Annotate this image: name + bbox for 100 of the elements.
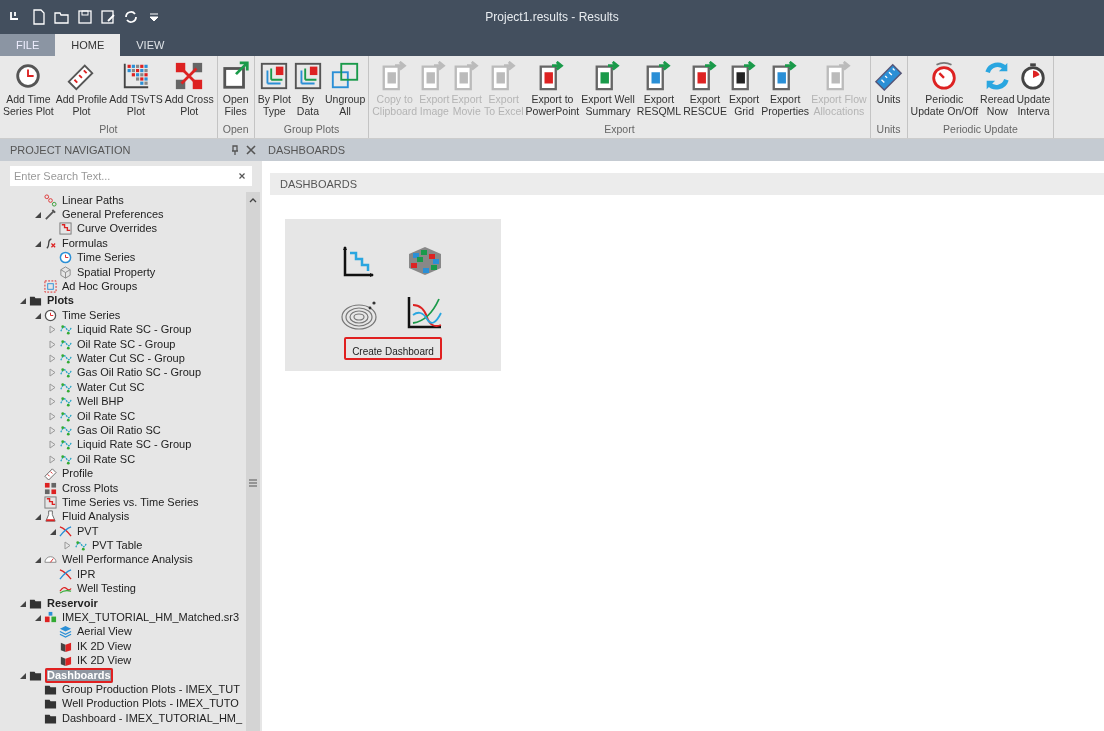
tree-node-icon <box>44 236 57 250</box>
tree-item[interactable]: IMEX_TUTORIAL_HM_Matched.sr3 <box>60 610 242 626</box>
tree-item[interactable]: Time Series vs. Time Series <box>60 494 201 510</box>
tree-item[interactable]: Spatial Property <box>75 264 158 280</box>
ribbon-button[interactable]: Update Interva <box>1015 59 1052 123</box>
save-as-icon[interactable] <box>100 9 116 25</box>
close-icon[interactable] <box>246 145 256 155</box>
tree-item[interactable]: Group Production Plots - IMEX_TUT <box>60 682 242 697</box>
ribbon-button[interactable]: Export RESQML <box>635 59 683 123</box>
tree-node-icon <box>44 208 57 222</box>
scrollbar[interactable] <box>246 192 260 731</box>
tree-item[interactable]: Aerial View <box>75 624 134 640</box>
tree-item[interactable]: Formulas <box>60 235 110 251</box>
create-dashboard-button[interactable]: Create Dashboard <box>344 337 442 360</box>
ribbon-button[interactable]: Export RESCUE <box>682 59 728 123</box>
tree-node-icon <box>44 193 57 207</box>
ribbon-button[interactable]: By Plot Type <box>256 59 292 123</box>
tree-item[interactable]: Oil Rate SC - Group <box>75 336 178 352</box>
tree-item[interactable]: Linear Paths <box>60 192 126 208</box>
dashboard-card[interactable]: Create Dashboard <box>285 219 501 371</box>
tree-node-icon <box>59 366 72 380</box>
tree-item[interactable]: Time Series <box>75 250 138 266</box>
pin-icon[interactable] <box>230 145 240 155</box>
tree-item[interactable]: Plots <box>45 293 76 309</box>
cross-plot-icon <box>174 61 205 91</box>
tree-item[interactable]: IPR <box>75 566 98 582</box>
tree-item[interactable]: Well BHP <box>75 394 126 410</box>
document-tab[interactable]: DASHBOARDS <box>268 144 346 156</box>
tree-node-icon <box>59 337 72 351</box>
panel-title: PROJECT NAVIGATION <box>10 144 132 156</box>
save-icon[interactable] <box>77 9 93 25</box>
tree-item[interactable]: PVT Table <box>90 538 145 554</box>
ribbon-button[interactable]: By Data <box>291 59 324 123</box>
ribbon-button[interactable]: Add TSvTS Plot <box>108 59 164 123</box>
grip-icon[interactable] <box>249 479 257 487</box>
tree-item[interactable]: IK 2D View <box>75 653 134 669</box>
clear-icon[interactable] <box>237 171 247 181</box>
ribbon-button[interactable]: Reread Now <box>979 59 1016 123</box>
tree-item[interactable]: PVT <box>75 523 101 539</box>
ribbon-button[interactable]: Ungroup All <box>323 59 367 123</box>
tree-item[interactable]: Gas Oil Ratio SC <box>75 422 163 438</box>
ribbon-tab[interactable]: HOME <box>55 34 121 56</box>
tree-item[interactable]: Liquid Rate SC - Group <box>75 437 194 453</box>
ribbon-button[interactable]: Export Properties <box>760 59 811 123</box>
ruler-icon <box>873 61 904 91</box>
tree-node-icon <box>59 409 72 423</box>
tree-node-icon <box>59 423 72 437</box>
expander-icon[interactable] <box>18 296 27 306</box>
tree-node-icon <box>44 495 57 509</box>
tree-node-icon <box>74 539 87 553</box>
search-field[interactable]: Enter Search Text... <box>10 166 252 186</box>
tree-item[interactable]: Gas Oil Ratio SC - Group <box>75 365 204 381</box>
tree-item[interactable]: Well Production Plots - IMEX_TUTO <box>60 696 241 712</box>
ribbon-button[interactable]: Add Cross Plot <box>163 59 215 123</box>
tree-node-icon <box>59 452 72 466</box>
tree-item[interactable]: Ad Hoc Groups <box>60 279 140 295</box>
tree-node-icon <box>44 308 57 322</box>
tree-item[interactable]: Oil Rate SC <box>75 408 138 424</box>
folder-icon[interactable] <box>54 9 70 25</box>
tree-item[interactable]: Oil Rate SC <box>75 451 138 467</box>
tree-item[interactable]: Liquid Rate SC - Group <box>75 322 194 338</box>
new-file-icon[interactable] <box>31 9 47 25</box>
tree-item[interactable]: Well Performance Analysis <box>60 552 195 568</box>
tree-item[interactable]: Water Cut SC - Group <box>75 351 187 366</box>
folder-icon <box>29 294 42 308</box>
tree-item[interactable]: Time Series <box>60 307 123 323</box>
ribbon-group-label: Periodic Update <box>942 123 1019 137</box>
tree-node-icon <box>59 222 72 236</box>
tree-item[interactable]: Fluid Analysis <box>60 509 132 525</box>
ungroup-icon <box>330 61 361 91</box>
tree-node-icon <box>59 352 72 365</box>
tree-item[interactable]: Reservoir <box>45 595 100 611</box>
ribbon-group-label: Plot <box>98 123 119 137</box>
tree-item[interactable]: Well Testing <box>75 581 138 597</box>
tree-item[interactable]: Profile <box>60 466 96 482</box>
ribbon-button[interactable]: Export to PowerPoint <box>524 59 581 123</box>
refresh-icon[interactable] <box>123 9 139 25</box>
tree-item[interactable]: Cross Plots <box>60 480 121 496</box>
tree-node-icon <box>59 265 72 279</box>
ribbon-tab[interactable]: VIEW <box>120 34 181 56</box>
tree-item[interactable]: IK 2D View <box>75 638 134 654</box>
ribbon-group-label: Open <box>221 123 250 137</box>
expander-icon[interactable] <box>33 512 42 522</box>
ribbon-button[interactable]: Export Grid <box>727 59 761 123</box>
ribbon-button[interactable]: Units <box>872 59 905 123</box>
ribbon-button[interactable]: Export Well Summary <box>580 59 636 123</box>
tree-item[interactable]: Dashboard - IMEX_TUTORIAL_HM_ <box>60 710 245 726</box>
tree-item[interactable]: Curve Overrides <box>75 221 160 237</box>
ribbon-button[interactable]: Open Files <box>219 59 252 123</box>
ribbon-button[interactable]: Add Time Series Plot <box>2 59 55 123</box>
tree-item[interactable]: Water Cut SC <box>75 379 147 395</box>
ribbon-group-label: Units <box>875 123 902 137</box>
ribbon-button[interactable]: Add Profile Plot <box>54 59 109 123</box>
ribbon-button[interactable]: Periodic Update On/Off <box>909 59 980 123</box>
expander-icon[interactable] <box>33 613 42 622</box>
tree-node-icon <box>59 323 72 337</box>
expander-icon[interactable] <box>33 555 42 565</box>
expander-icon[interactable] <box>33 210 42 220</box>
scroll-up-icon[interactable] <box>249 196 257 204</box>
tree-item[interactable]: General Preferences <box>60 207 166 223</box>
